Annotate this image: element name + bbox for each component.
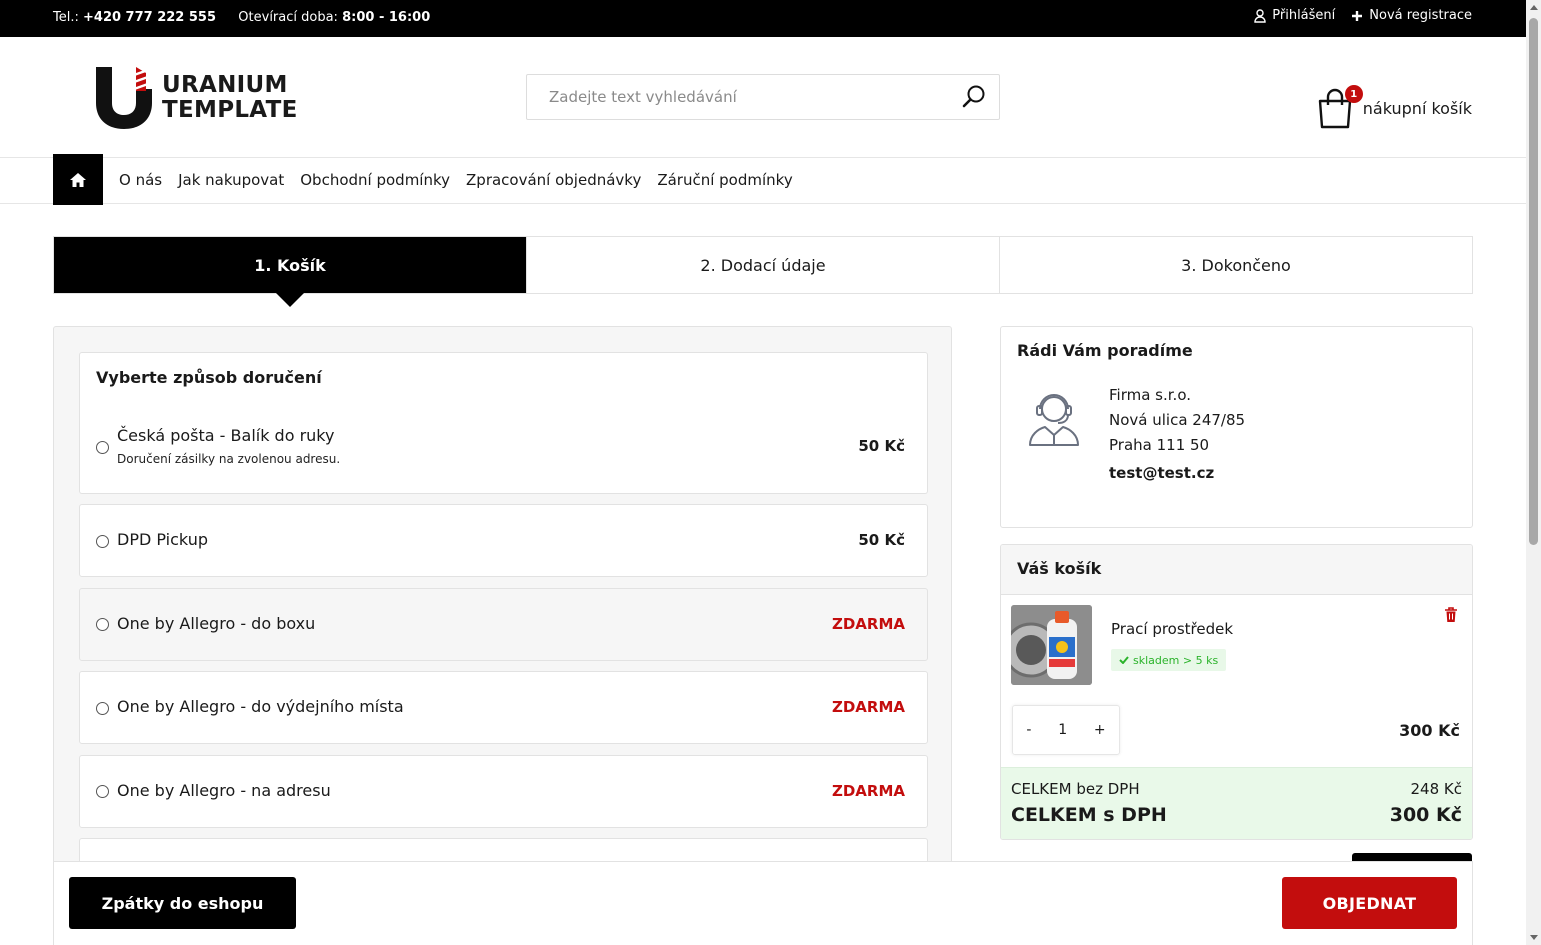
delivery-panel: Vyberte způsob doručení Česká pošta - Ba… — [53, 326, 952, 886]
support-agent-icon — [1029, 394, 1079, 446]
register-label: Nová registrace — [1369, 8, 1472, 23]
search-box — [526, 74, 1000, 120]
site-header: URANIUM TEMPLATE 1 nákupní košík — [0, 37, 1526, 158]
radio-allegro-box[interactable] — [96, 618, 109, 631]
option-price: 50 Kč — [858, 531, 905, 549]
home-button[interactable] — [53, 154, 103, 205]
radio-ceska-posta[interactable] — [96, 441, 109, 454]
phone-label: Tel.: — [53, 10, 79, 25]
total-excl-vat-label: CELKEM bez DPH — [1011, 780, 1140, 798]
option-name: One by Allegro - do boxu — [117, 614, 316, 633]
option-price: 50 Kč — [858, 437, 905, 455]
help-title: Rádi Vám poradíme — [1017, 341, 1193, 360]
site-logo[interactable]: URANIUM TEMPLATE — [94, 65, 298, 131]
logo-mark-icon — [96, 67, 152, 129]
contact-info: Tel.: +420 777 222 555 Otevírací doba: 8… — [53, 10, 430, 25]
total-incl-vat-label: CELKEM s DPH — [1011, 804, 1167, 826]
company-name: Firma s.r.o. — [1109, 386, 1192, 404]
option-desc: Doručení zásilky na zvolenou adresu. — [117, 452, 341, 466]
logo-line-2: TEMPLATE — [162, 97, 298, 123]
delivery-option-allegro-box[interactable]: One by Allegro - do boxu ZDARMA — [79, 588, 928, 661]
logo-text: URANIUM TEMPLATE — [162, 73, 298, 123]
delivery-option-dpd-pickup[interactable]: DPD Pickup 50 Kč — [79, 504, 928, 577]
cart-count-badge: 1 — [1344, 85, 1363, 103]
trash-icon[interactable] — [1444, 607, 1458, 623]
check-icon — [1119, 656, 1129, 664]
step-cart[interactable]: 1. Košík — [54, 237, 527, 307]
user-icon — [1254, 8, 1266, 23]
search-icon[interactable] — [961, 84, 987, 110]
search-input[interactable] — [549, 75, 949, 119]
logo-line-1: URANIUM — [162, 72, 288, 98]
login-link[interactable]: Přihlášení — [1254, 8, 1335, 23]
company-address: Firma s.r.o. Nová ulica 247/85 Praha 111… — [1109, 383, 1245, 486]
scrollbar-thumb[interactable] — [1529, 18, 1538, 545]
delivery-option-allegro-pickup-point[interactable]: One by Allegro - do výdejního místa ZDAR… — [79, 671, 928, 744]
checkout-steps: 1. Košík 2. Dodací údaje 3. Dokončeno — [53, 236, 1473, 307]
quantity-stepper: - 1 + — [1012, 705, 1120, 755]
help-panel: Rádi Vám poradíme Firma s.r.o. Nová ulic… — [1000, 326, 1473, 528]
qty-increase-button[interactable]: + — [1094, 722, 1106, 738]
opening-hours: 8:00 - 16:00 — [342, 10, 431, 25]
delivery-option-ceska-posta[interactable]: Česká pošta - Balík do ruky Doručení zás… — [79, 401, 928, 494]
page-scrollbar[interactable] — [1526, 0, 1541, 945]
radio-dpd-pickup[interactable] — [96, 535, 109, 548]
main-nav: O nás Jak nakupovat Obchodní podmínky Zp… — [0, 154, 1526, 205]
product-bottle-icon — [1011, 605, 1092, 685]
header-cart[interactable]: 1 nákupní košík — [1317, 85, 1472, 129]
stock-label: skladem > 5 ks — [1133, 653, 1219, 667]
option-price: ZDARMA — [831, 698, 905, 716]
option-name: One by Allegro - na adresu — [117, 781, 331, 800]
total-excl-vat-value: 248 Kč — [1410, 780, 1462, 798]
nav-item-order-processing[interactable]: Zpracování objednávky — [466, 171, 641, 189]
option-name: DPD Pickup — [117, 530, 208, 549]
cart-totals: CELKEM bez DPH 248 Kč CELKEM s DPH 300 K… — [1001, 767, 1472, 839]
back-to-shop-button[interactable]: Zpátky do eshopu — [69, 877, 296, 929]
checkout-action-bar: Zpátky do eshopu OBJEDNAT — [53, 861, 1473, 945]
top-bar: Tel.: +420 777 222 555 Otevírací doba: 8… — [0, 0, 1526, 37]
line-price: 300 Kč — [1399, 721, 1460, 740]
home-icon — [70, 172, 86, 187]
scroll-down-arrow-icon[interactable] — [1530, 935, 1538, 940]
register-link[interactable]: Nová registrace — [1351, 8, 1472, 23]
option-price: ZDARMA — [831, 782, 905, 800]
scroll-up-arrow-icon[interactable] — [1530, 5, 1538, 10]
option-name: Česká pošta - Balík do ruky — [117, 426, 335, 445]
order-button[interactable]: OBJEDNAT — [1282, 877, 1457, 929]
nav-item-about[interactable]: O nás — [119, 171, 162, 189]
qty-value[interactable]: 1 — [1058, 722, 1067, 738]
product-name[interactable]: Prací prostředek — [1111, 620, 1233, 638]
delivery-option-allegro-address[interactable]: One by Allegro - na adresu ZDARMA — [79, 755, 928, 828]
step-delivery-details[interactable]: 2. Dodací údaje — [527, 237, 1000, 293]
cart-bag: 1 — [1317, 85, 1363, 129]
cart-summary: Váš košík Prací prostředek skladem > 5 k… — [1000, 544, 1473, 840]
qty-decrease-button[interactable]: - — [1026, 722, 1031, 738]
product-image[interactable] — [1011, 605, 1092, 685]
delivery-title: Vyberte způsob doručení — [79, 352, 928, 402]
radio-allegro-address[interactable] — [96, 785, 109, 798]
radio-allegro-pickup-point[interactable] — [96, 702, 109, 715]
company-street: Nová ulica 247/85 — [1109, 411, 1246, 429]
company-email[interactable]: test@test.cz — [1109, 461, 1245, 486]
hours-label: Otevírací doba: — [238, 10, 338, 25]
step-finished[interactable]: 3. Dokončeno — [1000, 237, 1472, 293]
cart-label: nákupní košík — [1362, 98, 1472, 118]
login-label: Přihlášení — [1272, 8, 1336, 23]
nav-item-terms[interactable]: Obchodní podmínky — [300, 171, 450, 189]
total-incl-vat-value: 300 Kč — [1389, 804, 1462, 826]
company-city: Praha 111 50 — [1109, 436, 1210, 454]
cart-title: Váš košík — [1001, 545, 1472, 595]
nav-item-warranty[interactable]: Záruční podmínky — [657, 171, 792, 189]
option-name: One by Allegro - do výdejního místa — [117, 697, 404, 716]
option-price: ZDARMA — [831, 615, 905, 633]
stock-badge: skladem > 5 ks — [1111, 649, 1227, 671]
nav-item-how-to-buy[interactable]: Jak nakupovat — [178, 171, 284, 189]
phone-number[interactable]: +420 777 222 555 — [83, 10, 216, 25]
plus-icon — [1352, 10, 1363, 21]
